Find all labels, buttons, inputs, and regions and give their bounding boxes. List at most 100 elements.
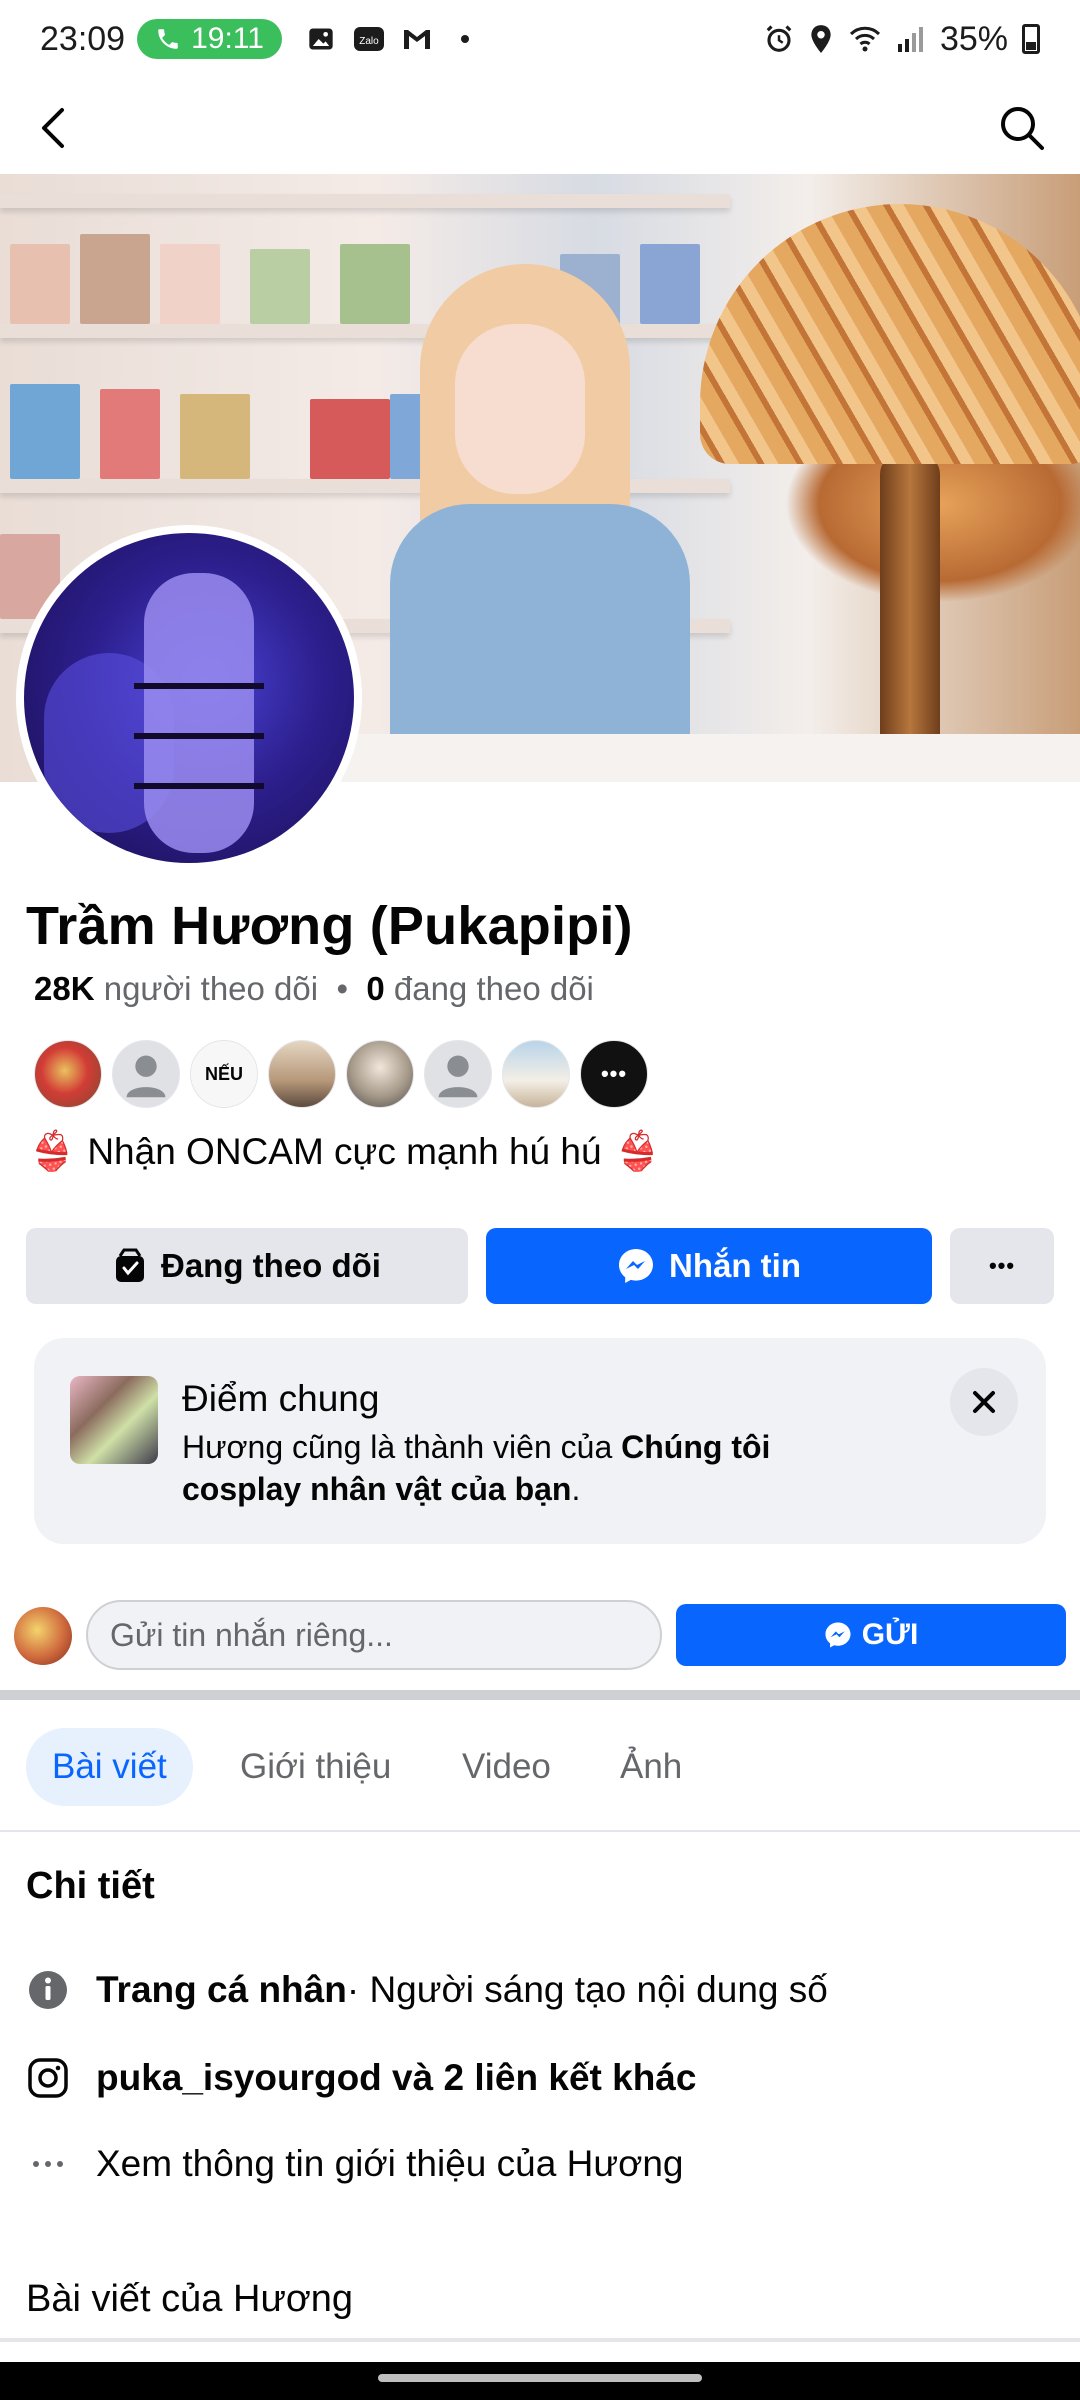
social-links-text[interactable]: puka_isyourgod và 2 liên kết khác [96, 2057, 696, 2099]
bikini-emoji-icon: 👙 [28, 1131, 76, 1173]
my-avatar [14, 1607, 72, 1665]
tab-video-label: Video [462, 1747, 551, 1786]
chevron-left-icon [42, 108, 64, 148]
book-decor [640, 244, 700, 324]
friend-avatar[interactable] [346, 1040, 414, 1108]
search-button[interactable] [994, 100, 1050, 156]
system-gesture-bar [0, 2362, 1080, 2400]
section-divider [0, 1690, 1080, 1700]
book-decor [10, 384, 80, 479]
common-ground-text: Hương cũng là thành viên của Chúng tôi c… [182, 1426, 842, 1510]
ongoing-call-pill[interactable]: 19:11 [137, 19, 282, 59]
more-friends-button[interactable]: ••• [580, 1040, 648, 1108]
info-icon [26, 1968, 70, 2012]
avatar-strap-decor [134, 733, 264, 739]
gmail-icon [400, 24, 434, 54]
following-check-icon [116, 1248, 144, 1282]
book-decor [10, 244, 70, 324]
search-icon [1001, 107, 1044, 150]
message-button[interactable]: Nhắn tin [486, 1228, 932, 1304]
private-message-input[interactable]: Gửi tin nhắn riêng... [86, 1600, 662, 1670]
tab-video[interactable]: Video [436, 1728, 577, 1806]
top-nav-bar [0, 78, 1080, 174]
tabs-divider [0, 1830, 1080, 1832]
followers-count: 28K [34, 970, 95, 1007]
more-dots-icon: ••• [600, 1061, 628, 1086]
followers-label: người theo dõi [103, 970, 319, 1007]
lamp-shade-decor [700, 204, 1080, 464]
tab-photos[interactable]: Ảnh [594, 1728, 708, 1806]
default-user-icon [438, 1055, 478, 1098]
group-thumbnail [70, 1376, 158, 1464]
detail-row-see-about[interactable]: Xem thông tin giới thiệu của Hương [26, 2142, 684, 2186]
signal-icon [897, 27, 923, 52]
desk-decor [300, 734, 1080, 782]
wifi-icon [849, 26, 880, 52]
dot-icon [448, 24, 482, 54]
follow-stats[interactable]: 28K người theo dõi • 0 đang theo dõi [34, 970, 594, 1008]
mutual-friends-row[interactable]: NẾU ••• [34, 1040, 648, 1108]
message-button-label: Nhắn tin [669, 1247, 801, 1284]
friend-avatar[interactable] [112, 1040, 180, 1108]
profile-bio: 👙 Nhận ONCAM cực mạnh hú hú 👙 [28, 1130, 661, 1174]
more-options-icon: ••• [988, 1253, 1016, 1278]
messenger-icon [619, 1249, 653, 1283]
profile-avatar[interactable] [16, 525, 362, 871]
detail-row-profile-type: Trang cá nhân · Người sáng tạo nội dung … [26, 1968, 828, 2012]
profile-avatar-image [24, 533, 354, 863]
friend-avatar[interactable] [268, 1040, 336, 1108]
book-decor [160, 244, 220, 324]
back-button[interactable] [28, 100, 84, 156]
friend-avatar[interactable] [424, 1040, 492, 1108]
messenger-icon [825, 1622, 851, 1648]
book-decor [250, 249, 310, 324]
bottom-divider [0, 2338, 1080, 2342]
bikini-emoji-icon: 👙 [613, 1131, 661, 1173]
profile-type-label: Trang cá nhân [96, 1969, 347, 2010]
common-ground-title: Điểm chung [182, 1378, 380, 1419]
profile-tabs: Bài viết Giới thiệu Video Ảnh [0, 1728, 1080, 1808]
location-icon [811, 25, 831, 53]
status-bar: 23:09 19:11 Zalo 35% [0, 0, 1080, 78]
dismiss-card-button[interactable] [950, 1368, 1018, 1436]
friend-avatar[interactable] [502, 1040, 570, 1108]
following-label: đang theo dõi [393, 970, 594, 1007]
following-button[interactable]: Đang theo dõi [26, 1228, 468, 1304]
stats-separator: • [336, 970, 348, 1007]
tab-about[interactable]: Giới thiệu [214, 1728, 417, 1806]
battery-icon [1022, 24, 1040, 54]
lamp-base-decor [880, 454, 940, 782]
battery-percent: 35% [939, 19, 1008, 58]
friend-avatar-text: NẾU [204, 1063, 243, 1084]
common-ground-card[interactable]: Điểm chung Hương cũng là thành viên của … [34, 1338, 1046, 1544]
tab-photos-label: Ảnh [620, 1747, 683, 1786]
close-icon [973, 1391, 995, 1413]
call-timer: 19:11 [191, 22, 264, 55]
profile-type-value: · Người sáng tạo nội dung số [346, 1969, 828, 2010]
avatar-figure-decor [144, 573, 254, 853]
alarm-icon [766, 25, 792, 52]
more-options-button[interactable]: ••• [950, 1228, 1054, 1304]
book-decor [100, 389, 160, 479]
following-count: 0 [366, 970, 385, 1007]
bio-text: Nhận ONCAM cực mạnh hú hú [87, 1131, 602, 1172]
avatar-strap-decor [134, 683, 264, 689]
home-gesture-handle[interactable] [378, 2374, 702, 2382]
common-text-suffix: . [571, 1471, 581, 1507]
book-decor [340, 244, 410, 324]
instagram-icon [26, 2056, 70, 2100]
cover-figure-face [455, 324, 585, 494]
profile-name: Trầm Hương (Pukapipi) [26, 896, 633, 956]
send-button-label: GỬI [861, 1618, 919, 1651]
book-decor [80, 234, 150, 324]
posts-section-heading: Bài viết của Hương [26, 2278, 354, 2320]
send-message-button[interactable]: GỬI [676, 1604, 1066, 1666]
tab-about-label: Giới thiệu [240, 1747, 392, 1786]
friend-avatar[interactable]: NẾU [190, 1040, 258, 1108]
image-icon [304, 24, 338, 54]
detail-row-links[interactable]: puka_isyourgod và 2 liên kết khác [26, 2056, 696, 2100]
tab-posts[interactable]: Bài viết [26, 1728, 193, 1806]
friend-avatar[interactable] [34, 1040, 102, 1108]
common-text-prefix: Hương cũng là thành viên của [182, 1429, 622, 1465]
see-about-text: Xem thông tin giới thiệu của Hương [96, 2143, 684, 2184]
